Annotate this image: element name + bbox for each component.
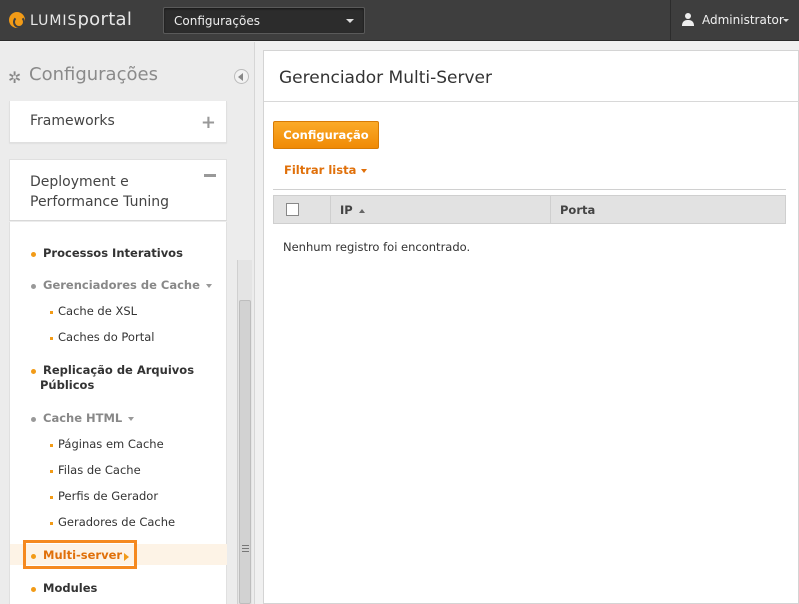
- scrollbar-thumb[interactable]: [239, 300, 251, 604]
- menu-item-geradores-de-cache[interactable]: Geradores de Cache: [58, 515, 175, 529]
- bullet-icon: [50, 470, 53, 473]
- empty-table-message: Nenhum registro foi encontrado.: [283, 240, 471, 254]
- bullet-icon: [31, 369, 36, 374]
- highlight-box: [23, 540, 137, 569]
- top-bar: LUMISportal Configurações Administrator: [0, 0, 799, 41]
- lumisportal-logo[interactable]: LUMISportal: [9, 9, 132, 30]
- panel-deployment[interactable]: Deployment e Performance Tuning: [9, 159, 227, 221]
- divider: [264, 101, 799, 102]
- sidebar: ✲ Configurações Frameworks + Deployment …: [0, 42, 255, 604]
- plus-icon[interactable]: +: [201, 112, 216, 133]
- column-header-porta[interactable]: Porta: [551, 196, 785, 223]
- bullet-icon: [50, 444, 53, 447]
- chevron-down-icon: [346, 19, 354, 23]
- menu-item-cache-de-xsl[interactable]: Cache de XSL: [58, 304, 137, 318]
- user-icon: [682, 13, 694, 27]
- chevron-down-icon: [205, 283, 212, 288]
- panel-frameworks-label: Frameworks: [30, 113, 115, 129]
- bullet-icon: [31, 252, 36, 257]
- column-header-ip[interactable]: IP: [331, 196, 551, 223]
- bullet-icon: [50, 522, 53, 525]
- menu-item-paginas-em-cache[interactable]: Páginas em Cache: [58, 437, 164, 451]
- panel-deployment-label: Deployment e Performance Tuning: [30, 174, 169, 210]
- user-menu[interactable]: Administrator: [670, 0, 799, 41]
- user-name: Administrator: [702, 13, 784, 27]
- select-all-checkbox[interactable]: [286, 203, 299, 216]
- filter-list-label: Filtrar lista: [284, 163, 357, 177]
- menu-item-perfis-de-gerador[interactable]: Perfis de Gerador: [58, 489, 158, 503]
- deployment-menu: Processos Interativos Gerenciadores de C…: [9, 222, 227, 604]
- chevron-down-icon: [128, 416, 135, 421]
- configuracao-button[interactable]: Configuração: [273, 121, 379, 149]
- menu-item-label: Cache HTML: [43, 411, 123, 425]
- menu-item-filas-de-cache[interactable]: Filas de Cache: [58, 463, 141, 477]
- page-title: Gerenciador Multi-Server: [279, 68, 492, 88]
- select-all-cell: [274, 196, 331, 223]
- bullet-icon: [50, 496, 53, 499]
- logo-icon: [9, 11, 25, 28]
- panel-frameworks[interactable]: Frameworks +: [9, 101, 227, 143]
- grip-icon: [242, 545, 249, 552]
- sidebar-header: ✲ Configurações: [0, 42, 255, 102]
- main-panel: Gerenciador Multi-Server Configuração Fi…: [263, 50, 799, 604]
- collapse-sidebar-button[interactable]: [234, 69, 249, 84]
- gear-icon: ✲: [8, 68, 22, 87]
- chevron-down-icon: [361, 168, 368, 173]
- menu-item-caches-do-portal[interactable]: Caches do Portal: [58, 330, 154, 344]
- column-ip-label: IP: [340, 203, 353, 217]
- menu-item-gerenciadores-de-cache[interactable]: Gerenciadores de Cache: [43, 278, 212, 292]
- menu-item-processos-interativos[interactable]: Processos Interativos: [43, 246, 183, 260]
- divider: [273, 189, 786, 190]
- sort-ascending-icon: [358, 208, 365, 213]
- section-select[interactable]: Configurações: [163, 7, 365, 34]
- menu-item-label: Gerenciadores de Cache: [43, 278, 200, 292]
- bullet-icon: [50, 337, 53, 340]
- logo-prefix: LUMIS: [30, 13, 78, 29]
- section-select-value: Configurações: [174, 14, 260, 28]
- sidebar-scrollbar[interactable]: [237, 260, 252, 604]
- menu-item-replicacao-line2[interactable]: Públicos: [40, 378, 94, 392]
- menu-item-replicacao-line1[interactable]: Replicação de Arquivos: [43, 363, 194, 377]
- bullet-icon: [31, 417, 36, 422]
- column-porta-label: Porta: [560, 203, 596, 217]
- bullet-icon: [50, 311, 53, 314]
- table-header: IP Porta: [273, 195, 786, 224]
- bullet-icon: [31, 587, 36, 592]
- minus-icon[interactable]: [204, 174, 216, 177]
- menu-item-cache-html[interactable]: Cache HTML: [43, 411, 135, 425]
- sidebar-title: Configurações: [29, 64, 158, 85]
- menu-item-modules[interactable]: Modules: [43, 581, 97, 595]
- bullet-icon: [31, 284, 36, 289]
- filter-list-link[interactable]: Filtrar lista: [284, 163, 368, 177]
- chevron-down-icon: [783, 19, 789, 22]
- logo-suffix: portal: [77, 9, 133, 30]
